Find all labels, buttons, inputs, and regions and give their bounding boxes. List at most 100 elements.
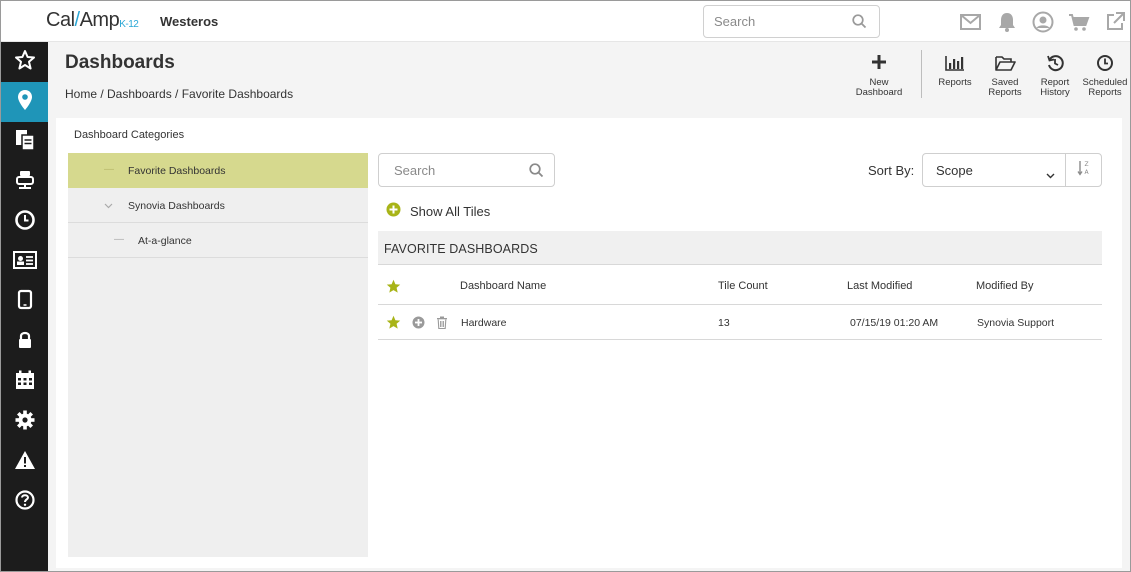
lock-icon (16, 329, 34, 356)
column-header-name[interactable]: Dashboard Name (460, 280, 546, 292)
star-icon (14, 49, 36, 76)
dash-icon: — (104, 164, 114, 175)
global-search-input[interactable] (704, 6, 844, 37)
history-icon (1046, 54, 1064, 76)
svg-text:Z: Z (1084, 161, 1088, 168)
sidebar-item-location[interactable] (1, 82, 48, 122)
sidebar-item-devices[interactable] (1, 162, 48, 202)
help-icon (14, 489, 36, 516)
tree-item-label: Favorite Dashboards (128, 165, 226, 177)
top-bar: Cal/AmpK-12 Westeros (1, 1, 1130, 42)
sort-by-value: Scope (936, 163, 973, 178)
section-heading: FAVORITE DASHBOARDS (378, 231, 1102, 265)
logo[interactable]: Cal/AmpK-12 (46, 9, 139, 32)
documents-icon (14, 129, 36, 156)
tree-item-label: At-a-glance (138, 235, 192, 247)
toolbar-divider (921, 50, 922, 98)
top-icons (959, 10, 1127, 34)
logo-suffix: K-12 (119, 19, 139, 30)
folder-open-icon (994, 54, 1016, 76)
cart-icon[interactable] (1067, 10, 1091, 34)
sidebar-item-help[interactable] (1, 482, 48, 522)
chevron-down-icon (1046, 167, 1055, 182)
sidebar-item-calendar[interactable] (1, 362, 48, 402)
sidebar-item-alerts[interactable] (1, 442, 48, 482)
star-icon[interactable] (386, 279, 401, 297)
column-header-modified-by[interactable]: Modified By (976, 280, 1033, 292)
saved-reports-button[interactable]: Saved Reports (980, 42, 1030, 108)
global-search[interactable] (703, 5, 880, 38)
mail-icon[interactable] (959, 10, 983, 34)
map-pin-icon (15, 89, 35, 116)
calendar-icon (14, 369, 36, 396)
user-icon[interactable] (1031, 10, 1055, 34)
plus-icon (871, 54, 887, 76)
sort-az-icon: ZA (1076, 159, 1091, 182)
tablet-icon (16, 289, 34, 316)
clock-icon (14, 209, 36, 236)
sort-by-label: Sort By: (868, 163, 915, 178)
tree-item-synovia-dashboards[interactable]: Synovia Dashboards (68, 188, 368, 223)
gear-icon (14, 409, 36, 436)
plus-circle-icon (386, 202, 401, 220)
tree-item-favorite-dashboards[interactable]: — Favorite Dashboards (68, 153, 368, 188)
cart-icon (14, 169, 36, 196)
search-icon[interactable] (852, 14, 867, 34)
column-header-last-modified[interactable]: Last Modified (847, 280, 912, 292)
table-header: Dashboard Name Tile Count Last Modified … (378, 266, 1102, 305)
page-header: Dashboards Home / Dashboards / Favorite … (48, 42, 1130, 108)
sidebar-item-favorites[interactable] (1, 42, 48, 82)
bell-icon[interactable] (995, 10, 1019, 34)
reports-button[interactable]: Reports (930, 42, 980, 108)
scheduled-reports-button[interactable]: Scheduled Reports (1080, 42, 1130, 108)
report-history-button[interactable]: Report History (1030, 42, 1080, 108)
cell-last-modified: 07/15/19 01:20 AM (850, 317, 939, 329)
cell-tile-count: 13 (718, 317, 730, 329)
dash-icon: — (114, 234, 124, 245)
toolbar: New Dashboard Reports Saved Reports Repo… (851, 42, 1130, 108)
trash-icon[interactable] (436, 316, 448, 332)
report-history-label-2: History (1040, 87, 1070, 98)
dashboard-search-input[interactable] (379, 154, 519, 186)
plus-circle-icon[interactable] (412, 316, 425, 332)
page-title: Dashboards (65, 52, 175, 73)
scheduled-reports-label-2: Reports (1088, 87, 1122, 98)
saved-reports-label-2: Reports (988, 87, 1022, 98)
tree-item-at-a-glance[interactable]: — At-a-glance (68, 223, 368, 258)
sidebar (1, 42, 48, 571)
category-tree: — Favorite Dashboards Synovia Dashboards… (68, 153, 368, 557)
sort-direction-button[interactable]: ZA (1065, 153, 1102, 187)
svg-text:A: A (1084, 169, 1089, 176)
app-window: Cal/AmpK-12 Westeros Search Dashboards H… (0, 0, 1131, 572)
column-header-tile-count[interactable]: Tile Count (718, 280, 768, 292)
sidebar-item-id-card[interactable] (1, 242, 48, 282)
logo-text-left: Cal (46, 9, 75, 31)
new-dashboard-button[interactable]: New Dashboard (851, 42, 907, 108)
show-all-tiles-link[interactable]: Show All Tiles (386, 202, 490, 220)
table-row[interactable]: Hardware 13 07/15/19 01:20 AM Synovia Su… (378, 305, 1102, 340)
categories-title: Dashboard Categories (74, 129, 185, 141)
bar-chart-icon (944, 54, 966, 76)
sidebar-item-history[interactable] (1, 202, 48, 242)
breadcrumb[interactable]: Home / Dashboards / Favorite Dashboards (65, 87, 293, 101)
logo-text-right: Amp (79, 9, 120, 31)
sidebar-item-security[interactable] (1, 322, 48, 362)
sidebar-item-tablet[interactable] (1, 282, 48, 322)
dashboard-search[interactable] (378, 153, 555, 187)
cell-dashboard-name[interactable]: Hardware (461, 317, 507, 329)
id-card-icon (12, 250, 37, 275)
dashboard-panel: Dashboard Categories — Favorite Dashboar… (56, 118, 1122, 568)
show-all-tiles-label: Show All Tiles (410, 203, 491, 219)
new-dashboard-label-2: Dashboard (855, 87, 903, 98)
warning-icon (14, 449, 36, 476)
sort-by-select[interactable]: Scope (922, 153, 1066, 187)
sidebar-item-documents[interactable] (1, 122, 48, 162)
external-link-icon[interactable] (1103, 10, 1127, 34)
chevron-down-icon[interactable] (104, 201, 113, 212)
search-icon[interactable] (529, 163, 544, 183)
tree-item-label: Synovia Dashboards (128, 200, 225, 212)
district-name: Westeros (160, 14, 219, 29)
content-area: Dashboard Categories — Favorite Dashboar… (48, 108, 1130, 571)
sidebar-item-settings[interactable] (1, 402, 48, 442)
star-icon[interactable] (386, 315, 401, 333)
